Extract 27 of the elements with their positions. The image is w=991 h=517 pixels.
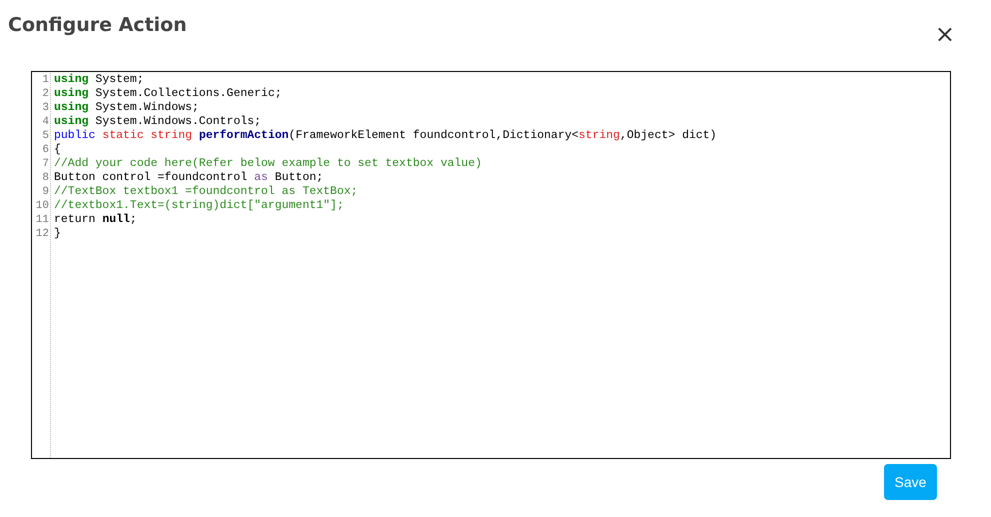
code-line: Button control =foundcontrol as Button;: [54, 171, 324, 185]
line-number: 4: [41, 115, 49, 129]
code-line: using System.Collections.Generic;: [54, 87, 283, 101]
code-line: return null;: [54, 213, 138, 227]
code-line: using System;: [54, 73, 145, 87]
code-line: {: [54, 143, 62, 157]
line-number: 12: [34, 227, 49, 241]
line-number: 3: [41, 101, 49, 115]
close-button[interactable]: ×: [930, 24, 959, 44]
line-number: 5: [41, 129, 49, 143]
line-number: 11: [34, 213, 49, 227]
code-line: //textbox1.Text=(string)dict["argument1"];: [54, 199, 345, 213]
line-number: 6: [41, 143, 49, 157]
line-number: 8: [41, 171, 49, 185]
code-line: }: [54, 227, 62, 241]
line-number: 2: [41, 87, 49, 101]
code-line: public static string performAction(FrameworkElement foundcontrol,Dictionary<string,Object> dict): [54, 129, 717, 143]
code-line: //TextBox textbox1 =foundcontrol as TextBox;: [54, 185, 359, 199]
line-number: 9: [41, 185, 49, 199]
line-number: 10: [34, 199, 49, 213]
line-number: 1: [41, 73, 49, 87]
code-line: //Add your code here(Refer below example to set textbox value): [54, 157, 483, 171]
dialog-title: Configure Action: [8, 13, 187, 38]
code-editor[interactable]: [31, 71, 951, 459]
code-line: using System.Windows.Controls;: [54, 115, 262, 129]
code-line: using System.Windows;: [54, 101, 200, 115]
line-number: 7: [41, 157, 49, 171]
